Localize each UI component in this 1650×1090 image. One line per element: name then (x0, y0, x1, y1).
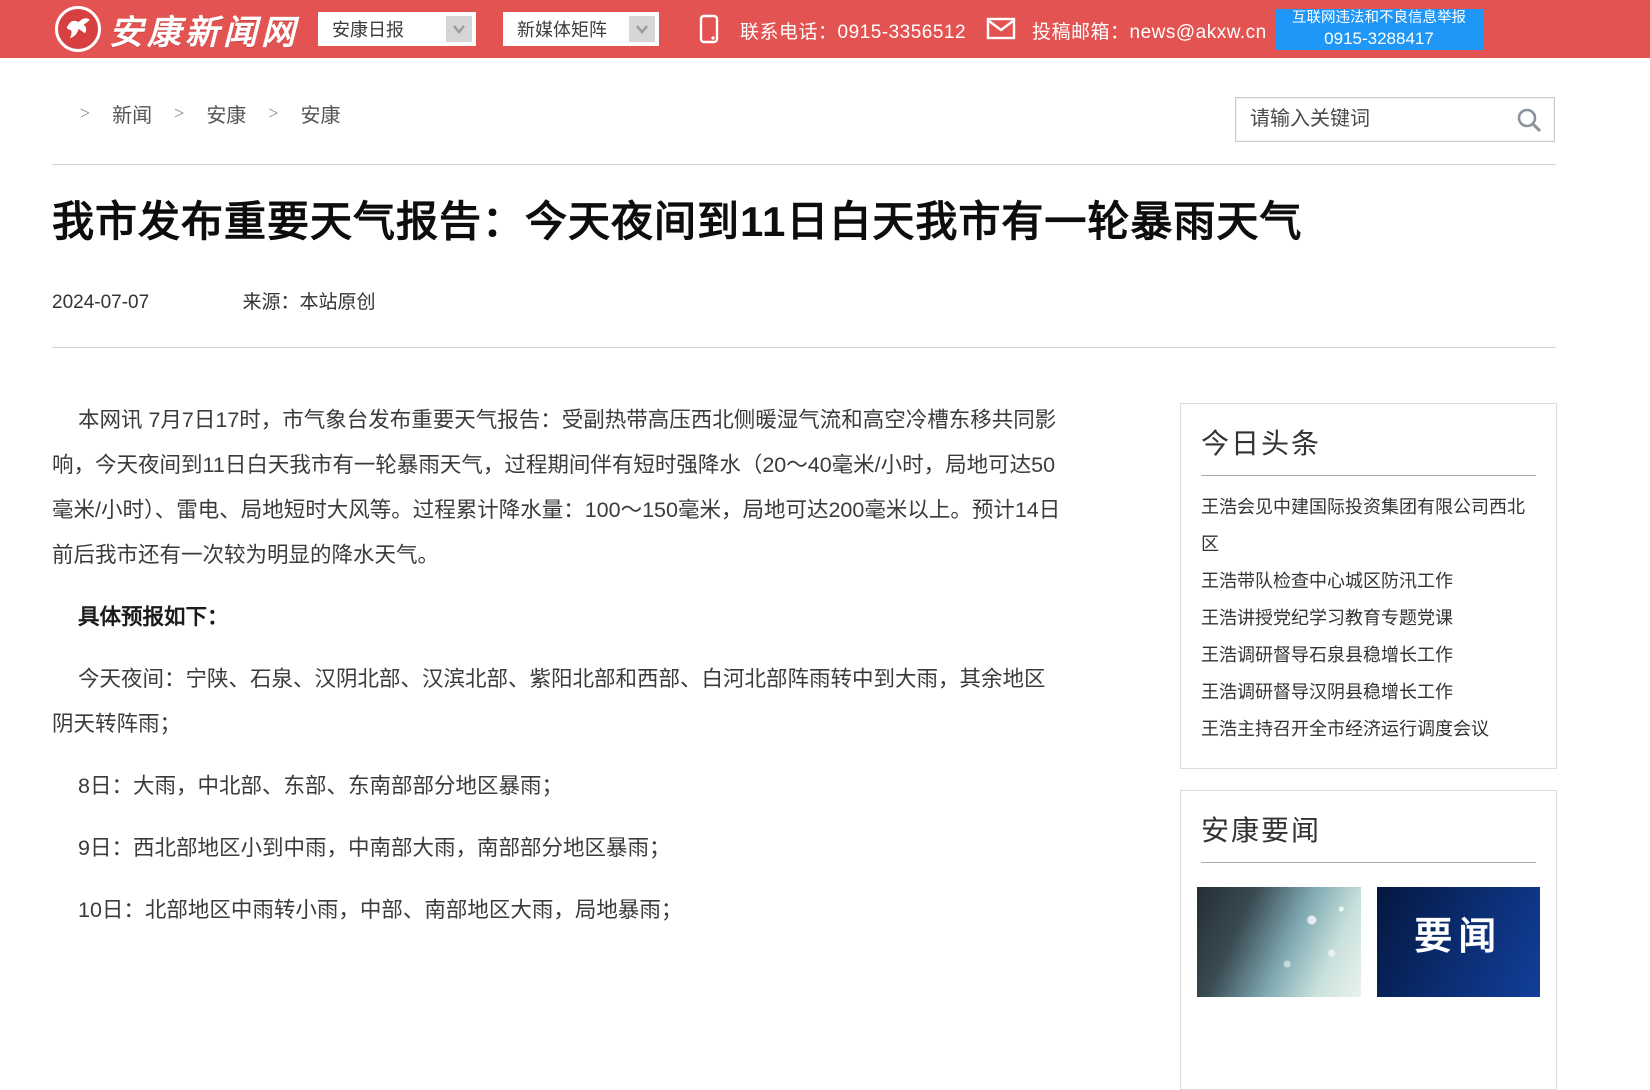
ankang-news-panel: 安康要闻 要闻 (1180, 790, 1557, 1090)
logo-text: 安康新闻网 (109, 5, 299, 54)
headline-item[interactable]: 王浩主持召开全市经济运行调度会议 (1201, 711, 1536, 748)
logo-bird-icon (55, 6, 101, 52)
article-paragraph: 9日：西北部地区小到中雨，中南部大雨，南部部分地区暴雨； (52, 826, 1064, 871)
breadcrumb-separator: > (80, 103, 90, 124)
article-paragraph: 10日：北部地区中雨转小雨，中部、南部地区大雨，局地暴雨； (52, 888, 1064, 933)
breadcrumb-item-news[interactable]: 新闻 (112, 99, 152, 128)
article-source: 来源：本站原创 (242, 292, 375, 313)
article-meta: 2024-07-07 来源：本站原创 (52, 287, 376, 314)
headline-item[interactable]: 王浩调研督导石泉县稳增长工作 (1201, 637, 1536, 674)
breadcrumb-item-ankang-1[interactable]: 安康 (206, 99, 246, 128)
panel-title-today-headlines: 今日头条 (1201, 422, 1536, 462)
chevron-down-icon (446, 16, 472, 42)
panel-divider (1201, 475, 1536, 476)
panel-divider (1201, 862, 1536, 863)
forecast-heading: 具体预报如下： (52, 595, 1064, 640)
yaowen-label: 要闻 (1414, 905, 1502, 997)
dropdown-label: 新媒体矩阵 (503, 16, 629, 42)
article-body: 本网讯 7月7日17时，市气象台发布重要天气报告：受副热带高压西北侧暖湿气流和高… (52, 398, 1064, 950)
today-headlines-panel: 今日头条 王浩会见中建国际投资集团有限公司西北区 王浩带队检查中心城区防汛工作 … (1180, 403, 1557, 769)
phone-icon (698, 14, 720, 49)
meta-divider (52, 347, 1556, 348)
breadcrumb-item-ankang-2[interactable]: 安康 (300, 99, 340, 128)
news-thumbnail-yaowen[interactable]: 要闻 (1377, 887, 1541, 997)
report-line2: 0915-3288417 (1275, 28, 1483, 50)
article-paragraph: 今天夜间：宁陕、石泉、汉阴北部、汉滨北部、紫阳北部和西部、白河北部阵雨转中到大雨… (52, 657, 1064, 747)
search-input[interactable] (1236, 98, 1515, 141)
dropdown-label: 安康日报 (318, 16, 446, 42)
submission-email-label: 投稿邮箱：news@akxw.cn (1032, 17, 1267, 44)
breadcrumb: > 新闻 > 安康 > 安康 (80, 99, 340, 128)
header-divider (52, 164, 1556, 165)
article-paragraph: 本网讯 7月7日17时，市气象台发布重要天气报告：受副热带高压西北侧暖湿气流和高… (52, 398, 1064, 578)
mail-icon (986, 17, 1016, 45)
contact-phone-label: 联系电话：0915-3356512 (740, 17, 966, 44)
breadcrumb-separator: > (174, 103, 184, 124)
article-paragraph: 8日：大雨，中北部、东部、东南部部分地区暴雨； (52, 764, 1064, 809)
search-icon[interactable] (1515, 106, 1543, 134)
chevron-down-icon (629, 16, 655, 42)
panel-title-ankang-news: 安康要闻 (1201, 809, 1536, 849)
news-thumbnail-rain[interactable] (1197, 887, 1361, 997)
headline-item[interactable]: 王浩讲授党纪学习教育专题党课 (1201, 600, 1536, 637)
article-title: 我市发布重要天气报告：今天夜间到11日白天我市有一轮暴雨天气 (52, 197, 1502, 247)
report-line1: 互联网违法和不良信息举报 (1275, 9, 1483, 28)
headline-item[interactable]: 王浩带队检查中心城区防汛工作 (1201, 563, 1536, 600)
article-date: 2024-07-07 (52, 292, 149, 313)
site-logo[interactable]: 安康新闻网 (55, 5, 299, 53)
dropdown-ankang-daily[interactable]: 安康日报 (318, 12, 476, 46)
dropdown-new-media[interactable]: 新媒体矩阵 (503, 12, 659, 46)
headline-item[interactable]: 王浩调研督导汉阴县稳增长工作 (1201, 674, 1536, 711)
top-header-bar: 安康新闻网 安康日报 新媒体矩阵 联系电话：0915-3356512 投稿邮箱：… (0, 0, 1650, 58)
breadcrumb-separator: > (268, 103, 278, 124)
headline-item[interactable]: 王浩会见中建国际投资集团有限公司西北区 (1201, 489, 1536, 563)
report-button[interactable]: 互联网违法和不良信息举报 0915-3288417 (1275, 9, 1483, 50)
search-box (1235, 97, 1555, 142)
